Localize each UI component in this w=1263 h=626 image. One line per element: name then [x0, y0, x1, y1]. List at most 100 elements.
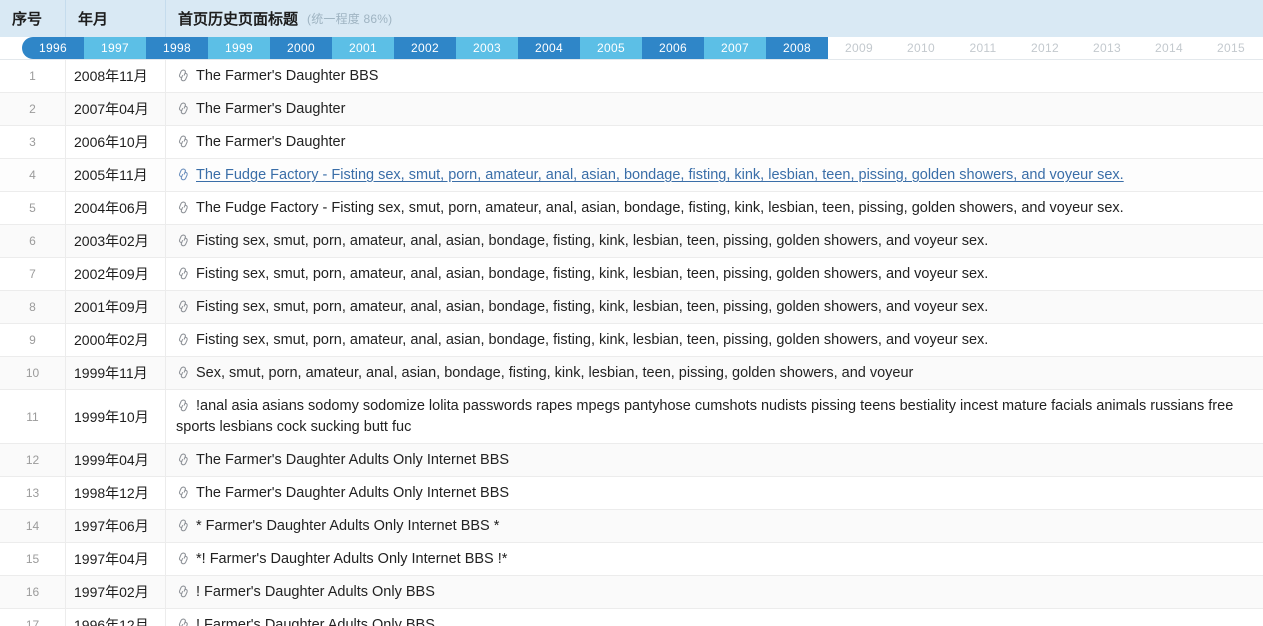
year-cell-2015[interactable]: 2015: [1200, 37, 1262, 59]
year-cell-2000[interactable]: 2000: [270, 37, 332, 59]
table-row[interactable]: 8 2001年09月 Fisting sex, smut, porn, amateu…: [0, 291, 1263, 324]
row-title-inner: The Farmer's Daughter Adults Only Intern…: [176, 482, 1257, 504]
table-row[interactable]: 4 2005年11月 The Fudge Factory - Fisting sex…: [0, 159, 1263, 192]
row-title-link[interactable]: The Fudge Factory - Fisting sex, smut, p…: [196, 167, 1124, 183]
row-yearmonth: 1997年02月: [65, 576, 165, 608]
row-title-link[interactable]: The Farmer's Daughter Adults Only Intern…: [196, 452, 509, 468]
row-sequence: 15: [25, 552, 40, 566]
row-sequence: 8: [29, 300, 36, 314]
year-cell-2006[interactable]: 2006: [642, 37, 704, 59]
row-sequence: 11: [26, 409, 39, 424]
year-cell-2002[interactable]: 2002: [394, 37, 456, 59]
row-title-link[interactable]: The Farmer's Daughter BBS: [196, 68, 378, 84]
row-title-cell: ! Farmer's Daughter Adults Only BBS: [165, 609, 1263, 626]
row-title-cell: The Farmer's Daughter BBS: [165, 60, 1263, 92]
link-icon: [176, 366, 191, 379]
row-title-cell: *! Farmer's Daughter Adults Only Interne…: [165, 543, 1263, 575]
row-yearmonth: 2006年10月: [65, 126, 165, 158]
year-cell-2008[interactable]: 2008: [766, 37, 828, 59]
row-title-inner: Fisting sex, smut, porn, amateur, anal, …: [176, 296, 1257, 318]
row-yearmonth: 2007年04月: [65, 93, 165, 125]
table-row[interactable]: 1 2008年11月 The Farmer's Daughter BBS: [0, 60, 1263, 93]
row-yearmonth: 1996年12月: [65, 609, 165, 626]
year-cell-2003[interactable]: 2003: [456, 37, 518, 59]
row-title-link[interactable]: Fisting sex, smut, porn, amateur, anal, …: [196, 266, 988, 282]
row-title-link[interactable]: The Fudge Factory - Fisting sex, smut, p…: [196, 200, 1124, 216]
year-cell-1997[interactable]: 1997: [84, 37, 146, 59]
row-title-link[interactable]: * Farmer's Daughter Adults Only Internet…: [196, 518, 499, 534]
row-title-inner: Fisting sex, smut, porn, amateur, anal, …: [176, 230, 1257, 252]
row-title-link[interactable]: ! Farmer's Daughter Adults Only BBS: [196, 617, 435, 626]
row-sequence: 4: [29, 168, 36, 182]
row-yearmonth: 2005年11月: [65, 159, 165, 191]
row-sequence: 6: [29, 234, 36, 248]
row-title-cell: The Fudge Factory - Fisting sex, smut, p…: [165, 159, 1263, 191]
table-row[interactable]: 14 1997年06月 * Farmer's Daughter Adults Onl…: [0, 510, 1263, 543]
row-sequence: 2: [29, 102, 36, 116]
link-icon: [176, 519, 191, 532]
row-title-link[interactable]: The Farmer's Daughter: [196, 101, 345, 117]
history-table-body: 1 2008年11月 The Farmer's Daughter BBS 2 2007年…: [0, 60, 1263, 626]
row-title-link[interactable]: Fisting sex, smut, porn, amateur, anal, …: [196, 233, 988, 249]
row-title-cell: The Farmer's Daughter: [165, 126, 1263, 158]
row-title-cell: The Fudge Factory - Fisting sex, smut, p…: [165, 192, 1263, 224]
year-cell-1996[interactable]: 1996: [22, 37, 84, 59]
row-title-link[interactable]: Sex, smut, porn, amateur, anal, asian, b…: [196, 365, 913, 381]
table-row[interactable]: 15 1997年04月 *! Farmer's Daughter Adults On…: [0, 543, 1263, 576]
year-cell-2004[interactable]: 2004: [518, 37, 580, 59]
table-row[interactable]: 12 1999年04月 The Farmer's Daughter Adults O…: [0, 444, 1263, 477]
row-title-link[interactable]: The Farmer's Daughter: [196, 134, 345, 150]
row-sequence: 16: [25, 585, 40, 599]
year-cell-2001[interactable]: 2001: [332, 37, 394, 59]
table-row[interactable]: 2 2007年04月 The Farmer's Daughter: [0, 93, 1263, 126]
table-row[interactable]: 11 1999年10月 !anal asia asians sodomy sodom…: [0, 390, 1263, 444]
row-title-inner: The Farmer's Daughter: [176, 131, 1257, 153]
year-cell-2012[interactable]: 2012: [1014, 37, 1076, 59]
column-header-sequence: 序号: [12, 11, 43, 28]
table-row[interactable]: 9 2000年02月 Fisting sex, smut, porn, amateu…: [0, 324, 1263, 357]
year-cell-1998[interactable]: 1998: [146, 37, 208, 59]
row-title-cell: The Farmer's Daughter: [165, 93, 1263, 125]
row-title-link[interactable]: Fisting sex, smut, porn, amateur, anal, …: [196, 299, 988, 315]
column-header-yearmonth: 年月: [65, 0, 165, 37]
table-row[interactable]: 3 2006年10月 The Farmer's Daughter: [0, 126, 1263, 159]
table-row[interactable]: 17 1996年12月 ! Farmer's Daughter Adults Onl…: [0, 609, 1263, 626]
row-title-link[interactable]: The Farmer's Daughter Adults Only Intern…: [196, 485, 509, 501]
row-title-link[interactable]: !anal asia asians sodomy sodomize lolita…: [176, 398, 1233, 435]
row-yearmonth: 2008年11月: [65, 60, 165, 92]
row-yearmonth: 1999年11月: [65, 357, 165, 389]
year-cell-2007[interactable]: 2007: [704, 37, 766, 59]
year-cell-2009[interactable]: 2009: [828, 37, 890, 59]
link-icon: [176, 201, 191, 214]
table-row[interactable]: 5 2004年06月 The Fudge Factory - Fisting sex…: [0, 192, 1263, 225]
year-cell-2014[interactable]: 2014: [1138, 37, 1200, 59]
row-title-cell: ! Farmer's Daughter Adults Only BBS: [165, 576, 1263, 608]
link-icon: [176, 585, 191, 598]
row-title-cell: Sex, smut, porn, amateur, anal, asian, b…: [165, 357, 1263, 389]
link-icon: [176, 453, 191, 466]
year-cell-2010[interactable]: 2010: [890, 37, 952, 59]
table-row[interactable]: 6 2003年02月 Fisting sex, smut, porn, amateu…: [0, 225, 1263, 258]
row-sequence: 1: [29, 69, 36, 83]
table-row[interactable]: 7 2002年09月 Fisting sex, smut, porn, amateu…: [0, 258, 1263, 291]
year-cell-2013[interactable]: 2013: [1076, 37, 1138, 59]
row-title-link[interactable]: ! Farmer's Daughter Adults Only BBS: [196, 584, 435, 600]
column-header-title: 首页历史页面标题 (统一程度 86%): [165, 0, 1263, 37]
link-icon: [176, 267, 191, 280]
row-sequence: 12: [25, 453, 40, 467]
year-cell-2005[interactable]: 2005: [580, 37, 642, 59]
link-icon: [176, 399, 191, 412]
table-row[interactable]: 10 1999年11月 Sex, smut, porn, amateur, anal…: [0, 357, 1263, 390]
table-row[interactable]: 16 1997年02月 ! Farmer's Daughter Adults Onl…: [0, 576, 1263, 609]
link-icon: [176, 552, 191, 565]
row-title-inner: !anal asia asians sodomy sodomize lolita…: [176, 395, 1257, 438]
row-title-inner: * Farmer's Daughter Adults Only Internet…: [176, 515, 1257, 537]
year-cell-2011[interactable]: 2011: [952, 37, 1014, 59]
row-title-link[interactable]: *! Farmer's Daughter Adults Only Interne…: [196, 551, 507, 567]
year-cell-1999[interactable]: 1999: [208, 37, 270, 59]
table-row[interactable]: 13 1998年12月 The Farmer's Daughter Adults O…: [0, 477, 1263, 510]
year-timeline[interactable]: 1996 1997 1998 1999 2000 2001 2002 2003 2004 2005…: [0, 37, 1263, 60]
row-title-link[interactable]: Fisting sex, smut, porn, amateur, anal, …: [196, 332, 988, 348]
row-yearmonth: 2002年09月: [65, 258, 165, 290]
row-yearmonth: 2000年02月: [65, 324, 165, 356]
